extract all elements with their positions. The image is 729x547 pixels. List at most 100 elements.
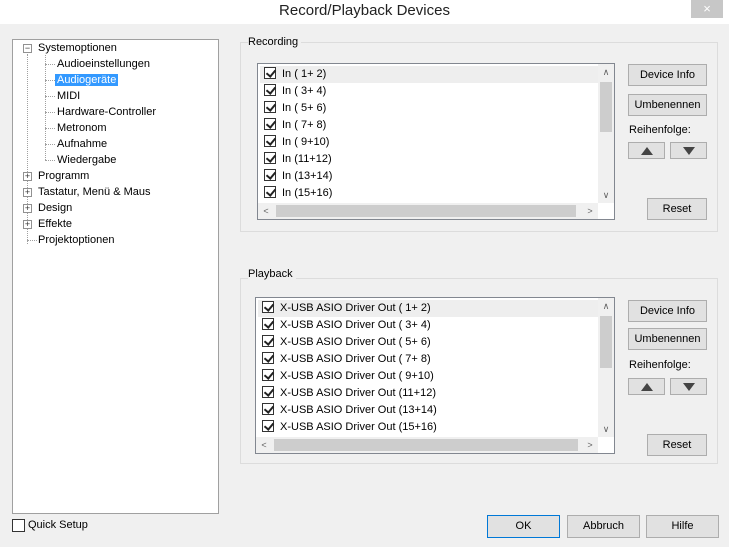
list-item[interactable]: X-USB ASIO Driver Out ( 1+ 2) [258,300,598,317]
device-checkbox[interactable] [262,420,274,432]
tree-item-systemoptionen[interactable]: Systemoptionen [38,40,117,56]
tree-item-label: Projektoptionen [38,234,115,246]
playback-rename-button[interactable]: Umbenennen [628,328,707,350]
recording-group-title: Recording [248,36,302,48]
tree-item-label: Metronom [57,122,107,134]
device-checkbox[interactable] [262,403,274,415]
help-button[interactable]: Hilfe [646,515,719,538]
tree-item-audiogeraete[interactable]: Audiogeräte [55,72,119,88]
collapse-systemoptionen-icon[interactable]: − [23,44,32,53]
tree-item-label: Audioeinstellungen [57,58,150,70]
device-label: In ( 1+ 2) [282,68,327,80]
device-checkbox[interactable] [262,301,274,313]
list-item[interactable]: X-USB ASIO Driver Out (11+12) [258,385,436,402]
list-item[interactable]: In ( 9+10) [260,134,329,151]
scroll-up-icon[interactable]: ∧ [598,298,614,314]
tree-item-label: Effekte [38,218,73,230]
scroll-thumb[interactable] [274,439,578,451]
tree-item-aufnahme[interactable]: Aufnahme [57,136,107,152]
expand-design-icon[interactable]: + [23,204,32,213]
device-checkbox[interactable] [264,135,276,147]
close-button[interactable]: × [691,0,723,18]
quick-setup-checkbox[interactable] [12,519,25,532]
recording-device-list[interactable]: In ( 1+ 2) In ( 3+ 4) In ( 5+ 6) In ( 7+… [257,63,615,220]
tree-item-effekte[interactable]: Effekte [38,216,72,232]
scroll-down-icon[interactable]: ∨ [598,421,614,437]
expand-programm-icon[interactable]: + [23,172,32,181]
device-checkbox[interactable] [262,335,274,347]
list-item[interactable]: X-USB ASIO Driver Out ( 9+10) [258,368,434,385]
playback-device-info-button[interactable]: Device Info [628,300,707,322]
device-checkbox[interactable] [262,369,274,381]
device-checkbox[interactable] [262,352,274,364]
scroll-down-icon[interactable]: ∨ [598,187,614,203]
list-item[interactable]: In ( 1+ 2) [260,66,598,83]
device-checkbox[interactable] [264,152,276,164]
scroll-left-icon[interactable]: < [256,437,272,453]
list-item[interactable]: X-USB ASIO Driver Out (15+16) [258,419,437,436]
scroll-left-icon[interactable]: < [258,203,274,219]
scroll-right-icon[interactable]: > [582,437,598,453]
device-label: X-USB ASIO Driver Out ( 7+ 8) [280,353,431,365]
list-item[interactable]: In (13+14) [260,168,332,185]
playback-vertical-scrollbar[interactable]: ∧ ∨ [598,298,614,437]
list-item[interactable]: In ( 5+ 6) [260,100,326,117]
ok-button[interactable]: OK [487,515,560,538]
options-tree[interactable]: − Systemoptionen Audioeinstellungen Audi… [12,39,219,514]
list-item[interactable]: X-USB ASIO Driver Out ( 5+ 6) [258,334,431,351]
scroll-right-icon[interactable]: > [582,203,598,219]
expand-effekte-icon[interactable]: + [23,220,32,229]
recording-horizontal-scrollbar[interactable]: < > [258,203,598,219]
playback-move-down-button[interactable] [670,378,707,395]
recording-move-down-button[interactable] [670,142,707,159]
device-label: In ( 3+ 4) [282,85,327,97]
tree-item-wiedergabe[interactable]: Wiedergabe [57,152,116,168]
playback-device-list[interactable]: X-USB ASIO Driver Out ( 1+ 2) X-USB ASIO… [255,297,615,454]
list-item[interactable]: In ( 7+ 8) [260,117,326,134]
recording-rename-button[interactable]: Umbenennen [628,94,707,116]
tree-item-hardware-controller[interactable]: Hardware-Controller [57,104,156,120]
list-item[interactable]: X-USB ASIO Driver Out (13+14) [258,402,437,419]
device-checkbox[interactable] [264,186,276,198]
device-checkbox[interactable] [264,169,276,181]
tree-item-projektoptionen[interactable]: Projektoptionen [38,232,114,248]
tree-item-tastatur[interactable]: Tastatur, Menü & Maus [38,184,151,200]
list-item[interactable]: In (15+16) [260,185,332,202]
recording-move-up-button[interactable] [628,142,665,159]
device-checkbox[interactable] [262,386,274,398]
tree-item-label: Systemoptionen [38,42,117,54]
device-checkbox[interactable] [264,118,276,130]
tree-item-midi[interactable]: MIDI [57,88,80,104]
tree-item-metronom[interactable]: Metronom [57,120,107,136]
list-item[interactable]: In (11+12) [260,151,332,168]
tree-item-design[interactable]: Design [38,200,72,216]
list-item[interactable]: In ( 3+ 4) [260,83,326,100]
tree-item-label: Design [38,202,73,214]
device-checkbox[interactable] [262,318,274,330]
playback-reset-button[interactable]: Reset [647,434,707,456]
dialog-window: Record/Playback Devices × − Systemoption… [0,0,729,547]
tree-item-label: Hardware-Controller [57,106,157,118]
recording-reset-button[interactable]: Reset [647,198,707,220]
device-checkbox[interactable] [264,67,276,79]
list-item[interactable]: X-USB ASIO Driver Out ( 7+ 8) [258,351,431,368]
tree-item-programm[interactable]: Programm [38,168,89,184]
device-checkbox[interactable] [264,101,276,113]
playback-horizontal-scrollbar[interactable]: < > [256,437,598,453]
device-checkbox[interactable] [264,84,276,96]
cancel-button[interactable]: Abbruch [567,515,640,538]
tree-item-label: Wiedergabe [57,154,117,166]
device-label: X-USB ASIO Driver Out ( 5+ 6) [280,336,431,348]
playback-move-up-button[interactable] [628,378,665,395]
expand-tastatur-icon[interactable]: + [23,188,32,197]
scroll-thumb[interactable] [600,316,612,368]
recording-device-info-button[interactable]: Device Info [628,64,707,86]
arrow-down-icon [683,383,695,391]
scroll-thumb[interactable] [600,82,612,132]
scroll-up-icon[interactable]: ∧ [598,64,614,80]
scroll-thumb[interactable] [276,205,576,217]
list-item[interactable]: X-USB ASIO Driver Out ( 3+ 4) [258,317,431,334]
close-icon: × [703,1,711,16]
tree-item-audioeinstellungen[interactable]: Audioeinstellungen [57,56,150,72]
recording-vertical-scrollbar[interactable]: ∧ ∨ [598,64,614,203]
